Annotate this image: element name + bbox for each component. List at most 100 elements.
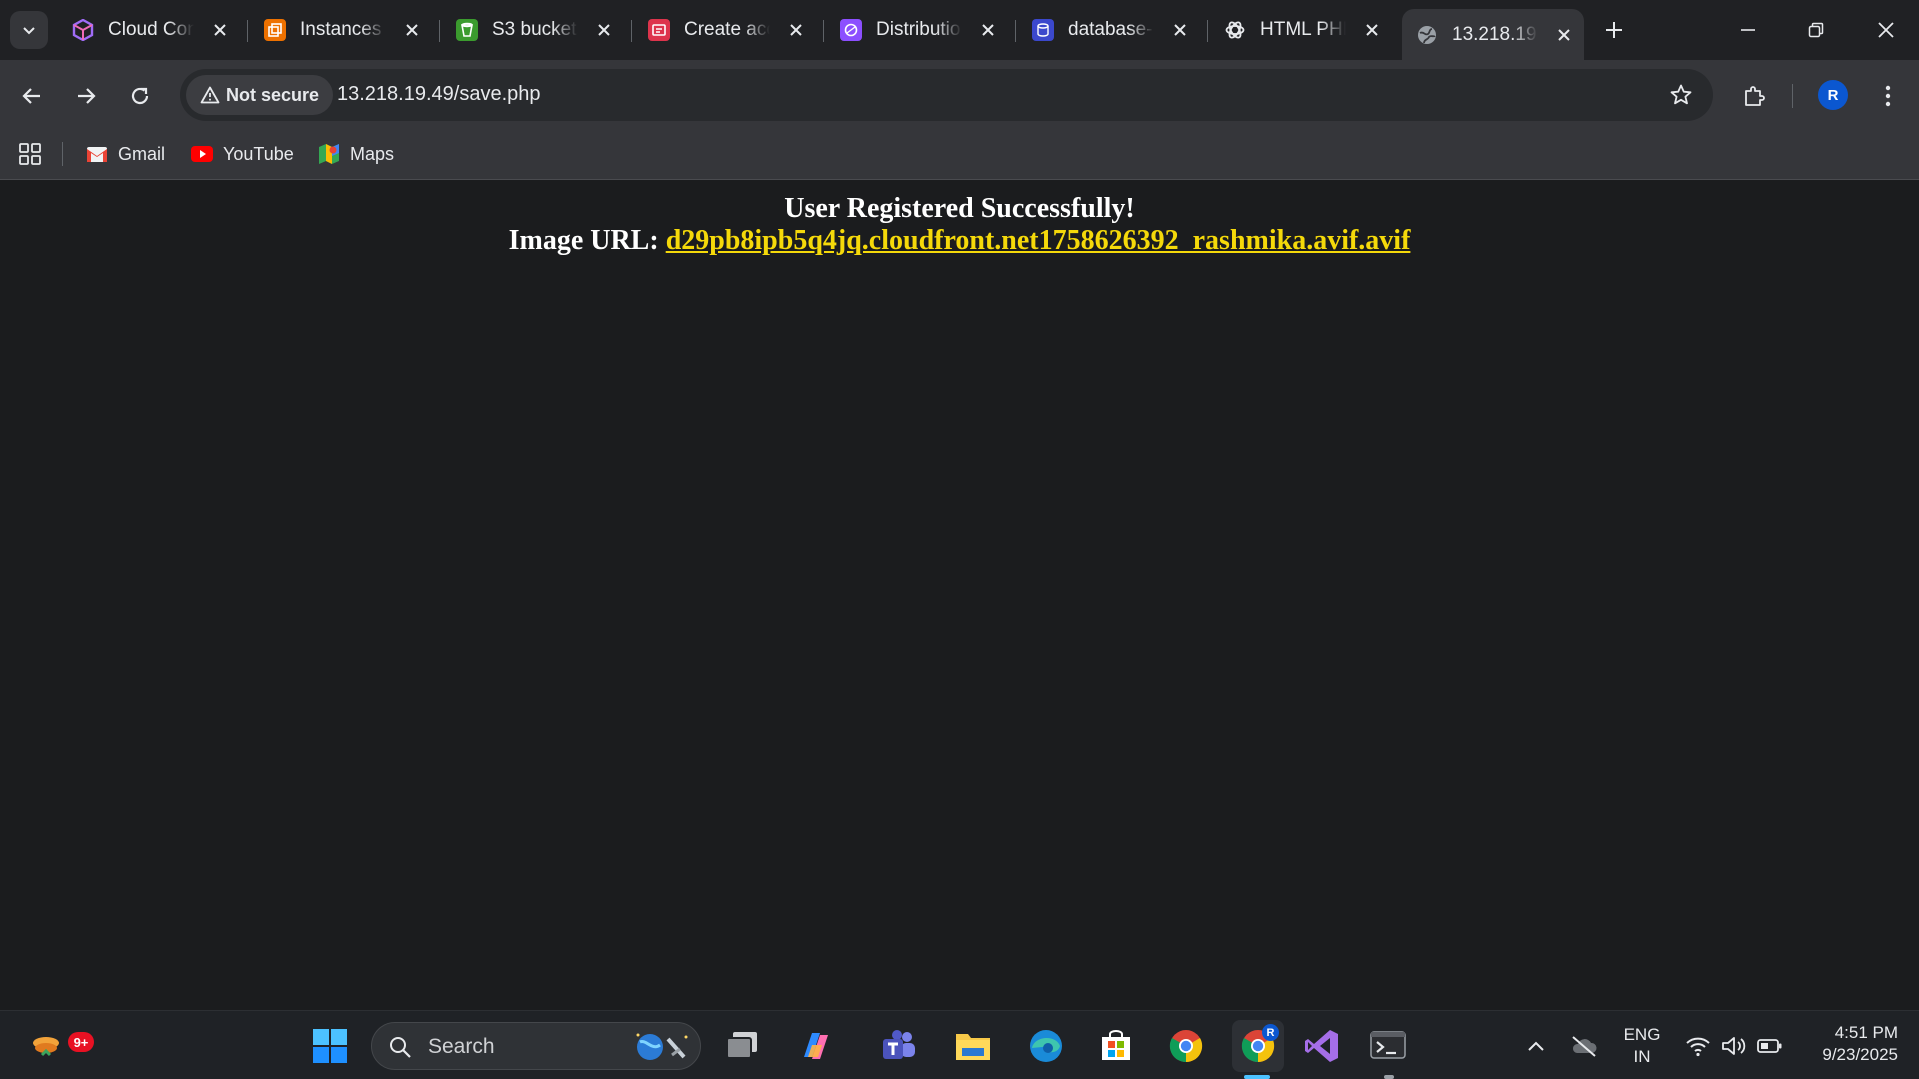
taskbar-search[interactable]: Search (371, 1022, 701, 1070)
tab-divider (1207, 20, 1208, 42)
close-tab-icon[interactable] (1552, 23, 1576, 47)
tab-divider (823, 20, 824, 42)
tab-active-page[interactable]: 13.218.19.4 (1402, 9, 1584, 60)
file-explorer-button[interactable] (951, 1024, 995, 1068)
edge-icon (1030, 1030, 1062, 1062)
apps-grid-icon[interactable] (18, 142, 42, 166)
windows-taskbar: 9+ Search R ENG IN 4:51 PM 9/23/2025 (0, 1010, 1919, 1079)
search-label: Search (428, 1035, 495, 1058)
volume-icon (1722, 1037, 1746, 1055)
task-view-icon (726, 1032, 757, 1059)
security-chip[interactable]: Not secure (186, 75, 334, 115)
back-button[interactable] (12, 76, 52, 116)
close-tab-icon[interactable] (208, 18, 232, 42)
tab-title: Create acc (684, 19, 770, 40)
tab-divider (631, 20, 632, 42)
terminal-button[interactable] (1366, 1024, 1410, 1068)
start-button[interactable] (308, 1024, 352, 1068)
bookmark-label: YouTube (223, 143, 294, 164)
clock[interactable]: 4:51 PM 9/23/2025 (1798, 1022, 1898, 1066)
tab-title: Cloud Con (108, 19, 194, 40)
tab-distribution[interactable]: Distributio (826, 9, 1000, 51)
visual-studio-icon (1305, 1030, 1338, 1062)
puzzle-icon (1745, 86, 1765, 106)
new-tab-button[interactable] (1598, 14, 1630, 46)
reload-icon (131, 87, 149, 105)
tab-s3-buckets[interactable]: S3 buckets (442, 9, 616, 51)
close-tab-icon[interactable] (976, 18, 1000, 42)
bookmark-gmail[interactable]: Gmail (86, 140, 165, 168)
tab-database[interactable]: database- (1018, 9, 1192, 51)
visual-studio-button[interactable] (1300, 1024, 1344, 1068)
profile-avatar[interactable]: R (1818, 80, 1848, 110)
terminal-icon (1370, 1031, 1406, 1059)
chrome-icon (1169, 1030, 1203, 1063)
restore-button[interactable] (1796, 10, 1836, 50)
teams-button[interactable] (876, 1024, 920, 1068)
task-view-button[interactable] (720, 1024, 764, 1068)
bookmark-star-button[interactable] (1667, 81, 1695, 109)
image-url-link[interactable]: d29pb8ipb5q4jq.cloudfront.net1758626392_… (666, 225, 1411, 256)
widgets-button[interactable]: 9+ (24, 1024, 94, 1068)
chrome-profile-button[interactable]: R (1232, 1020, 1284, 1072)
restore-icon (1808, 22, 1824, 38)
store-button[interactable] (1094, 1024, 1138, 1068)
extensions-button[interactable] (1736, 78, 1772, 114)
tab-divider (1015, 20, 1016, 42)
reload-button[interactable] (120, 76, 160, 116)
close-tab-icon[interactable] (592, 18, 616, 42)
address-bar[interactable]: Not secure 13.218.19.49/save.php (180, 69, 1713, 121)
chrome-button[interactable] (1164, 1024, 1208, 1068)
tab-create-account[interactable]: Create acc (634, 9, 808, 51)
battery-button[interactable] (1752, 1024, 1788, 1068)
tab-title: Distributio (876, 19, 961, 40)
tab-instances[interactable]: Instances | (250, 9, 424, 51)
arrow-right-icon (78, 88, 96, 104)
menu-button[interactable] (1870, 78, 1906, 114)
ec2-instances-icon (264, 19, 286, 41)
widgets-icon (33, 1037, 59, 1057)
volume-button[interactable] (1716, 1024, 1752, 1068)
gmail-icon (86, 145, 108, 163)
tab-strip: Cloud Con Instances | S3 buckets Create … (0, 0, 1919, 60)
close-tab-icon[interactable] (784, 18, 808, 42)
edge-button[interactable] (1024, 1024, 1068, 1068)
close-tab-icon[interactable] (1360, 18, 1384, 42)
tab-search-button[interactable] (10, 11, 48, 49)
tab-title: database- (1068, 19, 1153, 40)
network-button[interactable] (1680, 1024, 1716, 1068)
windows-logo-icon (313, 1029, 347, 1063)
bookmarks-bar: Gmail YouTube Maps (0, 128, 1919, 180)
tab-html-php[interactable]: HTML PHP (1210, 9, 1384, 51)
bookmark-youtube[interactable]: YouTube (191, 140, 294, 168)
more-vertical-icon (1885, 85, 1891, 107)
image-url-label: Image URL: (508, 225, 659, 256)
close-tab-icon[interactable] (400, 18, 424, 42)
teams-icon (883, 1030, 915, 1059)
active-app-indicator (1244, 1075, 1270, 1079)
clock-date: 9/23/2025 (1822, 1045, 1898, 1064)
show-hidden-icons-button[interactable] (1516, 1024, 1556, 1068)
minimize-button[interactable] (1728, 10, 1768, 50)
forward-button[interactable] (66, 76, 106, 116)
youtube-icon (191, 145, 213, 163)
wifi-icon (1686, 1037, 1710, 1057)
close-tab-icon[interactable] (1168, 18, 1192, 42)
arrow-left-icon (22, 88, 40, 104)
tab-cloud-console[interactable]: Cloud Con (58, 9, 232, 51)
create-account-icon (648, 19, 670, 41)
toolbar-divider (1792, 84, 1793, 108)
copilot-button[interactable] (794, 1024, 838, 1068)
url-text[interactable]: 13.218.19.49/save.php (337, 83, 541, 106)
tab-title: 13.218.19.4 (1452, 23, 1538, 45)
bookmarks-divider (62, 142, 63, 166)
clock-time: 4:51 PM (1834, 1023, 1898, 1042)
bookmark-maps[interactable]: Maps (318, 140, 394, 168)
tab-title: HTML PHP (1260, 19, 1346, 40)
tab-title: S3 buckets (492, 19, 578, 40)
chatgpt-icon (1224, 19, 1246, 41)
onedrive-button[interactable] (1564, 1024, 1604, 1068)
search-icon (390, 1037, 411, 1058)
language-indicator[interactable]: ENG IN (1614, 1024, 1670, 1068)
close-window-button[interactable] (1866, 10, 1906, 50)
